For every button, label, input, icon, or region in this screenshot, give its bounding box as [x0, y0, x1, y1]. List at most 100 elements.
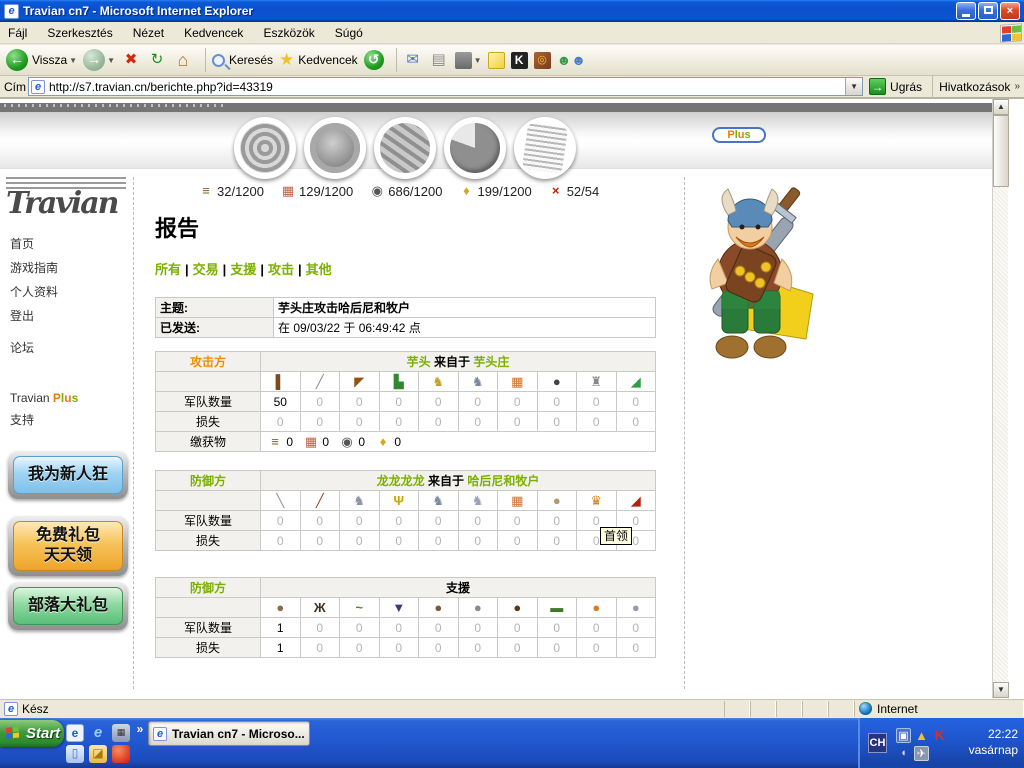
unit-cell[interactable]: ♛ [577, 491, 617, 511]
unit-cell[interactable]: ♞ [419, 372, 459, 392]
unit-cell[interactable]: ╲ [261, 491, 301, 511]
quicklaunch-folder-icon[interactable]: ◪ [89, 745, 107, 763]
travian-logo[interactable]: Travian [6, 175, 132, 219]
print-button[interactable]: ▤ [429, 50, 449, 70]
links-chevron-icon[interactable]: » [1014, 81, 1020, 92]
unit-cell[interactable]: ╱ [300, 491, 340, 511]
language-indicator[interactable]: CH [868, 733, 887, 753]
back-button[interactable]: ← Vissza ▼ [6, 49, 77, 71]
menu-item-1[interactable]: Fájl [8, 26, 27, 40]
address-input[interactable]: e http://s7.travian.cn/berichte.php?id=4… [28, 77, 863, 96]
unit-cell[interactable]: ▦ [498, 372, 538, 392]
menu-item-2[interactable]: Szerkesztés [47, 26, 112, 40]
taskbar-clock[interactable]: 22:22 vasárnap [969, 726, 1018, 758]
quicklaunch-opera-icon[interactable] [112, 745, 130, 763]
unit-cell[interactable]: ♞ [458, 372, 498, 392]
menu-item-6[interactable]: Súgó [335, 26, 363, 40]
unit-cell[interactable]: ~ [340, 598, 380, 618]
mail-button[interactable]: ✉▼ [403, 50, 423, 70]
promo-button-green[interactable]: 部落大礼包 [8, 582, 128, 630]
messenger-button[interactable]: ☻☻ [557, 52, 586, 68]
menu-item-4[interactable]: Kedvencek [184, 26, 243, 40]
home-button[interactable]: ⌂ [173, 50, 193, 70]
unit-cell[interactable]: ● [616, 598, 656, 618]
tray-network-icon[interactable]: ▣ [896, 728, 911, 743]
unit-cell[interactable]: ▌ [261, 372, 301, 392]
unit-cell[interactable]: ♞ [419, 491, 459, 511]
unit-cell[interactable]: Ψ [379, 491, 419, 511]
unit-cell[interactable]: ♞ [340, 491, 380, 511]
unit-cell[interactable]: Ж [300, 598, 340, 618]
tray-volume-icon[interactable]: ◖ [896, 746, 911, 761]
quicklaunch-document-icon[interactable]: ▯ [66, 745, 84, 763]
village-link[interactable]: 龙龙龙龙 [377, 474, 425, 488]
unit-cell[interactable]: ◤ [340, 372, 380, 392]
start-button[interactable]: Start [0, 720, 64, 747]
forward-button[interactable]: → ▼ [83, 49, 115, 71]
quicklaunch-calculator-icon[interactable]: ▦ [112, 724, 130, 742]
stop-button[interactable]: ✖ [121, 50, 141, 70]
address-dropdown-icon[interactable]: ▼ [845, 78, 862, 95]
quicklaunch-ie-doc-icon[interactable]: e [66, 724, 84, 742]
village-link[interactable]: 芋头 [407, 355, 431, 369]
menu-item-5[interactable]: Eszközök [263, 26, 314, 40]
quicklaunch-chevron-icon[interactable]: » [134, 721, 146, 739]
tab-1[interactable]: 所有 [155, 262, 181, 277]
restore-button[interactable] [978, 2, 998, 20]
unit-cell[interactable]: ● [458, 598, 498, 618]
plus-button[interactable]: Plus [712, 127, 766, 143]
quicklaunch-ie-icon[interactable]: e [89, 724, 107, 742]
research-button[interactable]: ◎ [534, 52, 551, 69]
unit-cell[interactable]: ● [419, 598, 459, 618]
sidebar-item-4[interactable]: 登出 [10, 307, 58, 324]
menu-item-3[interactable]: Nézet [133, 26, 164, 40]
village-link[interactable]: 哈后尼和牧户 [467, 474, 539, 488]
task-button-travian[interactable]: e Travian cn7 - Microso... [148, 721, 310, 746]
refresh-button[interactable]: ↻ [147, 50, 167, 70]
sidebar-item-3[interactable]: 个人资料 [10, 283, 58, 300]
vertical-scrollbar[interactable]: ▲ ▼ [992, 99, 1008, 698]
forward-dropdown-icon[interactable]: ▼ [107, 56, 115, 65]
tab-4[interactable]: 攻击 [268, 262, 294, 277]
unit-cell[interactable]: ◢ [616, 491, 656, 511]
promo-button-blue[interactable]: 我为新人狂 [8, 451, 128, 499]
unit-cell[interactable]: ▦ [498, 491, 538, 511]
unit-cell[interactable]: ● [261, 598, 301, 618]
tray-device-icon[interactable]: ✈ [914, 746, 929, 761]
unit-cell[interactable]: ◢ [616, 372, 656, 392]
minimize-button[interactable] [956, 2, 976, 20]
unit-cell[interactable]: ● [577, 598, 617, 618]
back-dropdown-icon[interactable]: ▼ [69, 56, 77, 65]
sidebar-item-travian-plus[interactable]: Travian Plus [10, 391, 78, 405]
search-button[interactable]: Keresés [212, 53, 273, 67]
unit-cell[interactable]: ● [537, 491, 577, 511]
tab-5[interactable]: 其他 [306, 262, 332, 277]
unit-cell[interactable]: ▼ [379, 598, 419, 618]
kaspersky-button[interactable]: K [511, 52, 528, 69]
go-button[interactable]: → Ugrás [869, 78, 922, 95]
village-link[interactable]: 芋头庄 [473, 355, 509, 369]
tab-3[interactable]: 支援 [230, 262, 256, 277]
unit-cell[interactable]: ● [537, 372, 577, 392]
tab-2[interactable]: 交易 [193, 262, 219, 277]
sidebar-item-2[interactable]: 游戏指南 [10, 259, 58, 276]
scroll-down-icon[interactable]: ▼ [993, 682, 1009, 698]
sidebar-item-forum[interactable]: 论坛 [10, 339, 34, 356]
close-button[interactable]: × [1000, 2, 1020, 20]
scroll-up-icon[interactable]: ▲ [993, 99, 1009, 115]
favorites-button[interactable]: ★ Kedvencek [279, 50, 358, 70]
promo-button-orange[interactable]: 免费礼包天天领 [8, 516, 128, 576]
tray-kaspersky-icon[interactable]: K [932, 728, 947, 743]
unit-cell[interactable]: ♜ [577, 372, 617, 392]
discuss-button[interactable] [488, 52, 505, 69]
unit-cell[interactable]: ╱ [300, 372, 340, 392]
unit-cell[interactable]: ▬ [537, 598, 577, 618]
unit-cell[interactable]: ▙ [379, 372, 419, 392]
history-button[interactable]: ↺ [364, 50, 384, 70]
links-label[interactable]: Hivatkozások [939, 80, 1010, 94]
sidebar-item-support[interactable]: 支持 [10, 411, 34, 428]
tray-warning-icon[interactable]: ▲ [914, 728, 929, 743]
unit-cell[interactable]: ♞ [458, 491, 498, 511]
unit-cell[interactable]: ● [498, 598, 538, 618]
scrollbar-thumb[interactable] [993, 115, 1009, 187]
